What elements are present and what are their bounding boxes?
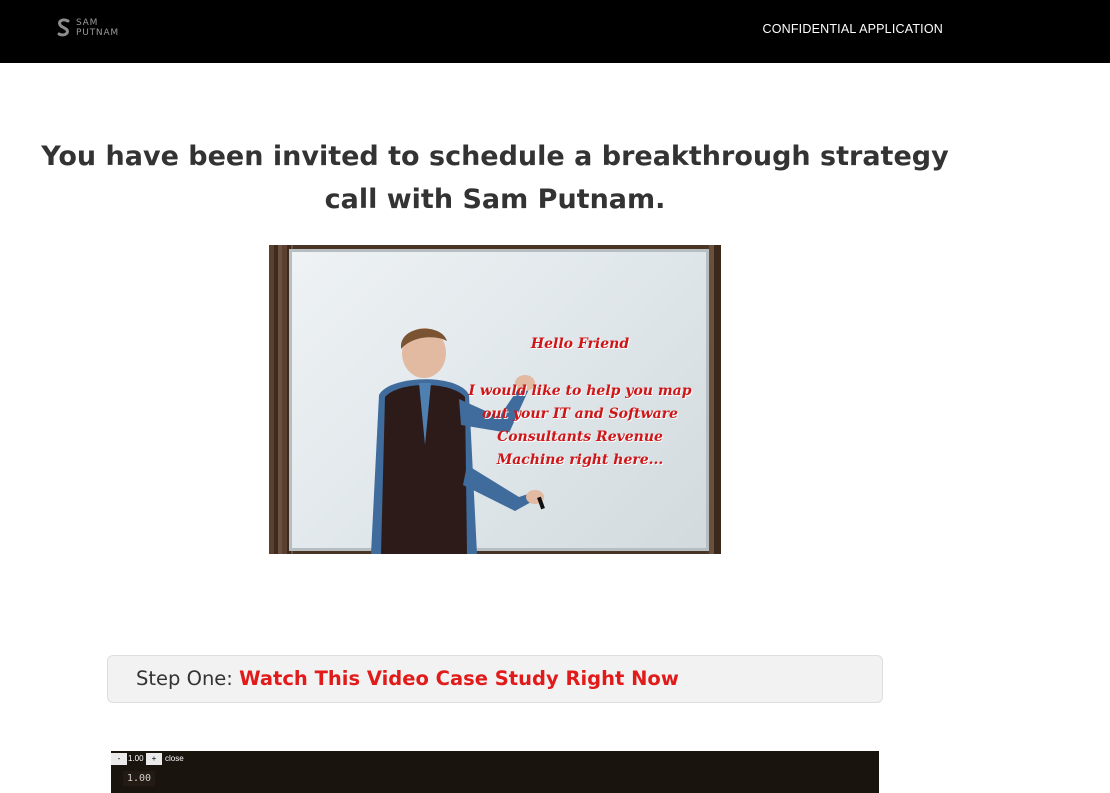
speed-decrease-button[interactable]: -: [111, 753, 127, 765]
step-prefix: Step One:: [136, 667, 233, 690]
speed-increase-button[interactable]: +: [146, 753, 162, 765]
playback-rate-label: 1.00: [128, 754, 144, 763]
logo-line-1: SAM: [76, 18, 99, 28]
whiteboard-message: Hello Friend I would like to help you ma…: [439, 333, 721, 472]
page-headline: You have been invited to schedule a brea…: [41, 141, 949, 215]
whiteboard-line: out your IT and Software: [482, 406, 678, 422]
s-logo-icon: [57, 18, 70, 37]
close-controls-button[interactable]: close: [165, 753, 184, 765]
whiteboard-line: Machine right here...: [496, 452, 664, 468]
step-one-banner: Step One: Watch This Video Case Study Ri…: [107, 655, 883, 703]
whiteboard-line: Hello Friend: [530, 336, 630, 352]
hero-image: Hello Friend I would like to help you ma…: [269, 245, 721, 554]
whiteboard-line: I would like to help you map: [468, 383, 692, 399]
video-player[interactable]: - 1.00 + close 1.00: [111, 751, 879, 793]
step-highlight: Watch This Video Case Study Right Now: [239, 667, 679, 690]
whiteboard-line: Consultants Revenue: [497, 429, 663, 445]
logo-line-2: PUTNAM: [76, 28, 119, 38]
top-navigation-bar: SAM PUTNAM CONFIDENTIAL APPLICATION: [0, 0, 1110, 63]
playback-rate-display: 1.00: [123, 771, 156, 786]
nav-confidential-application-link[interactable]: CONFIDENTIAL APPLICATION: [762, 22, 943, 36]
logo-wordmark: SAM PUTNAM: [76, 18, 119, 38]
site-logo[interactable]: SAM PUTNAM: [56, 18, 126, 40]
